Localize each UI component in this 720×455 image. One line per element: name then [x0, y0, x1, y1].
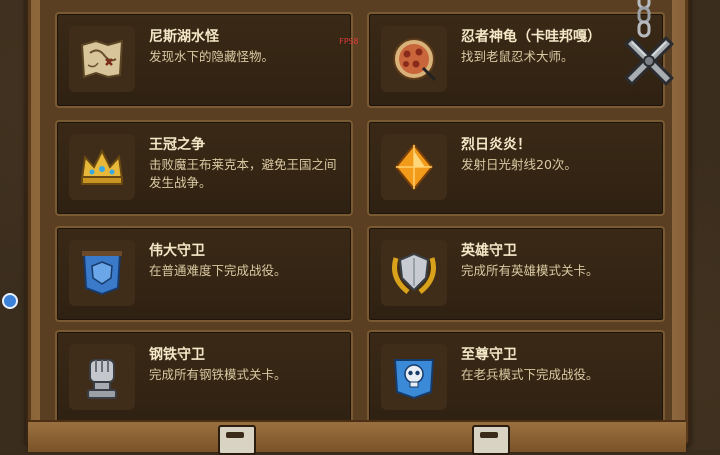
achievement-description: 发现水下的隐藏怪物。	[149, 49, 275, 64]
achievement-title: 英雄守卫	[461, 243, 517, 259]
pizza-icon	[381, 26, 447, 92]
panel-bolt	[472, 425, 510, 455]
achievement-description: 完成所有钢铁模式关卡。	[149, 367, 287, 382]
achievement-description: 发射日光射线20次。	[461, 157, 577, 172]
achievement-card: 伟大守卫 在普通难度下完成战役。	[55, 226, 353, 322]
laurel-shield-icon	[381, 240, 447, 306]
close-icon[interactable]	[618, 30, 680, 92]
achievement-card: 钢铁守卫 完成所有钢铁模式关卡。	[55, 330, 353, 426]
achievement-title: 忍者神龟（卡哇邦嘎）	[461, 29, 601, 45]
achievement-card: 至尊守卫 在老兵模式下完成战役。	[367, 330, 665, 426]
achievement-card: 烈日炎炎！ 发射日光射线20次。	[367, 120, 665, 216]
achievement-description: 完成所有英雄模式关卡。	[461, 263, 599, 278]
achievement-description: 击败魔王布莱克本，避免王国之间发生战争。	[149, 157, 337, 190]
fps-counter: FPS8	[339, 37, 359, 46]
floating-assistive-button[interactable]	[2, 293, 18, 309]
panel-bolt	[218, 425, 256, 455]
achievement-card: 王冠之争 击败魔王布莱克本，避免王国之间发生战争。	[55, 120, 353, 216]
achievement-title: 王冠之争	[149, 137, 205, 153]
crown-icon	[69, 134, 135, 200]
panel-bottom-edge	[28, 420, 686, 452]
achievement-title: 至尊守卫	[461, 347, 517, 363]
achievement-card: 英雄守卫 完成所有英雄模式关卡。	[367, 226, 665, 322]
achievement-description: 在普通难度下完成战役。	[149, 263, 287, 278]
achievement-card: 尼斯湖水怪 发现水下的隐藏怪物。	[55, 12, 353, 108]
achievement-description: 在老兵模式下完成战役。	[461, 367, 599, 382]
achievement-title: 钢铁守卫	[149, 347, 205, 363]
achievement-title: 尼斯湖水怪	[149, 29, 219, 45]
sun-gem-icon	[381, 134, 447, 200]
skull-banner-icon	[381, 344, 447, 410]
blue-banner-icon	[69, 240, 135, 306]
achievement-title: 烈日炎炎！	[461, 137, 531, 153]
achievement-title: 伟大守卫	[149, 243, 205, 259]
treasure-map-icon	[69, 26, 135, 92]
iron-fist-icon	[69, 344, 135, 410]
